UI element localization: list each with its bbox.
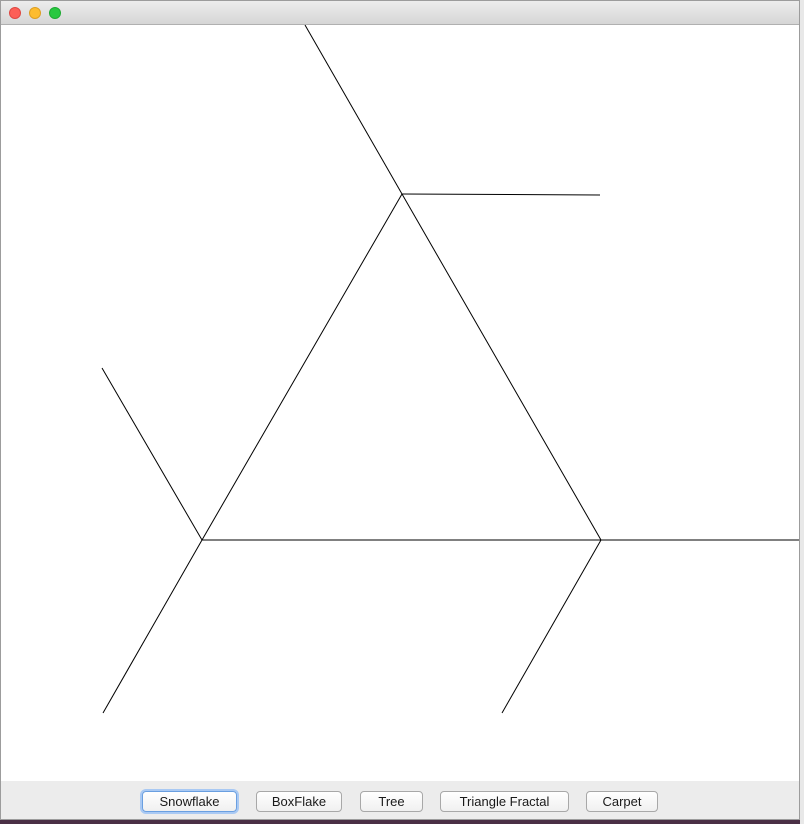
spoke-left-down — [102, 539, 203, 714]
button-bar: Snowflake BoxFlake Tree Triangle Fractal… — [1, 781, 799, 819]
spoke-right-down — [501, 539, 602, 714]
app-window: Snowflake BoxFlake Tree Triangle Fractal… — [0, 0, 800, 820]
desktop-background — [800, 0, 804, 824]
spoke-left-up — [101, 367, 203, 541]
triangle-edge-left — [201, 193, 403, 541]
boxflake-button[interactable]: BoxFlake — [256, 791, 342, 812]
close-window-icon[interactable] — [9, 7, 21, 19]
snowflake-drawing — [101, 25, 799, 714]
triangle-edge-right — [401, 193, 602, 541]
carpet-button[interactable]: Carpet — [586, 791, 658, 812]
spoke-top-up — [304, 25, 403, 195]
title-bar[interactable] — [1, 1, 799, 25]
triangle-fractal-button[interactable]: Triangle Fractal — [440, 791, 569, 812]
snowflake-button[interactable]: Snowflake — [142, 791, 237, 812]
spoke-top-right — [401, 193, 601, 196]
zoom-window-icon[interactable] — [49, 7, 61, 19]
drawing-canvas — [1, 25, 799, 781]
tree-button[interactable]: Tree — [360, 791, 423, 812]
minimize-window-icon[interactable] — [29, 7, 41, 19]
